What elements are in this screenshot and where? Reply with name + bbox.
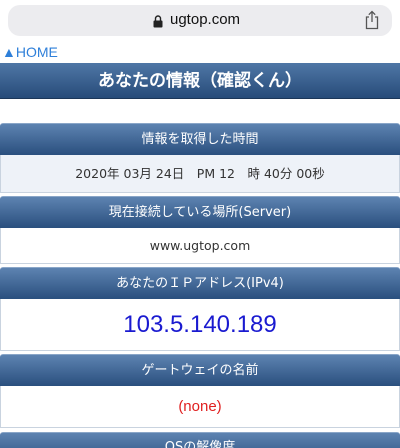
url-text[interactable]: ugtop.com [170, 11, 240, 28]
section-header-ip: あなたのＩＰアドレス(IPv4) [0, 267, 400, 299]
time-value: 2020年 03月 24日 PM 12 時 40分 00秒 [0, 155, 400, 193]
section-header-time: 情報を取得した時間 [0, 123, 400, 155]
address-bar[interactable]: ugtop.com [8, 5, 392, 36]
section-header-gateway: ゲートウェイの名前 [0, 354, 400, 386]
server-value: www.ugtop.com [0, 228, 400, 264]
section-header-os-resolution: OSの解像度 [0, 432, 400, 448]
ip-address-value: 103.5.140.189 [0, 299, 400, 351]
page-title: あなたの情報（確認くん） [0, 63, 400, 99]
home-link[interactable]: ▲HOME [2, 44, 58, 60]
lock-icon [153, 15, 163, 28]
gateway-value: (none) [0, 386, 400, 428]
section-header-server: 現在接続している場所(Server) [0, 196, 400, 228]
browser-toolbar: ugtop.com [0, 0, 400, 42]
share-icon[interactable] [364, 10, 380, 30]
